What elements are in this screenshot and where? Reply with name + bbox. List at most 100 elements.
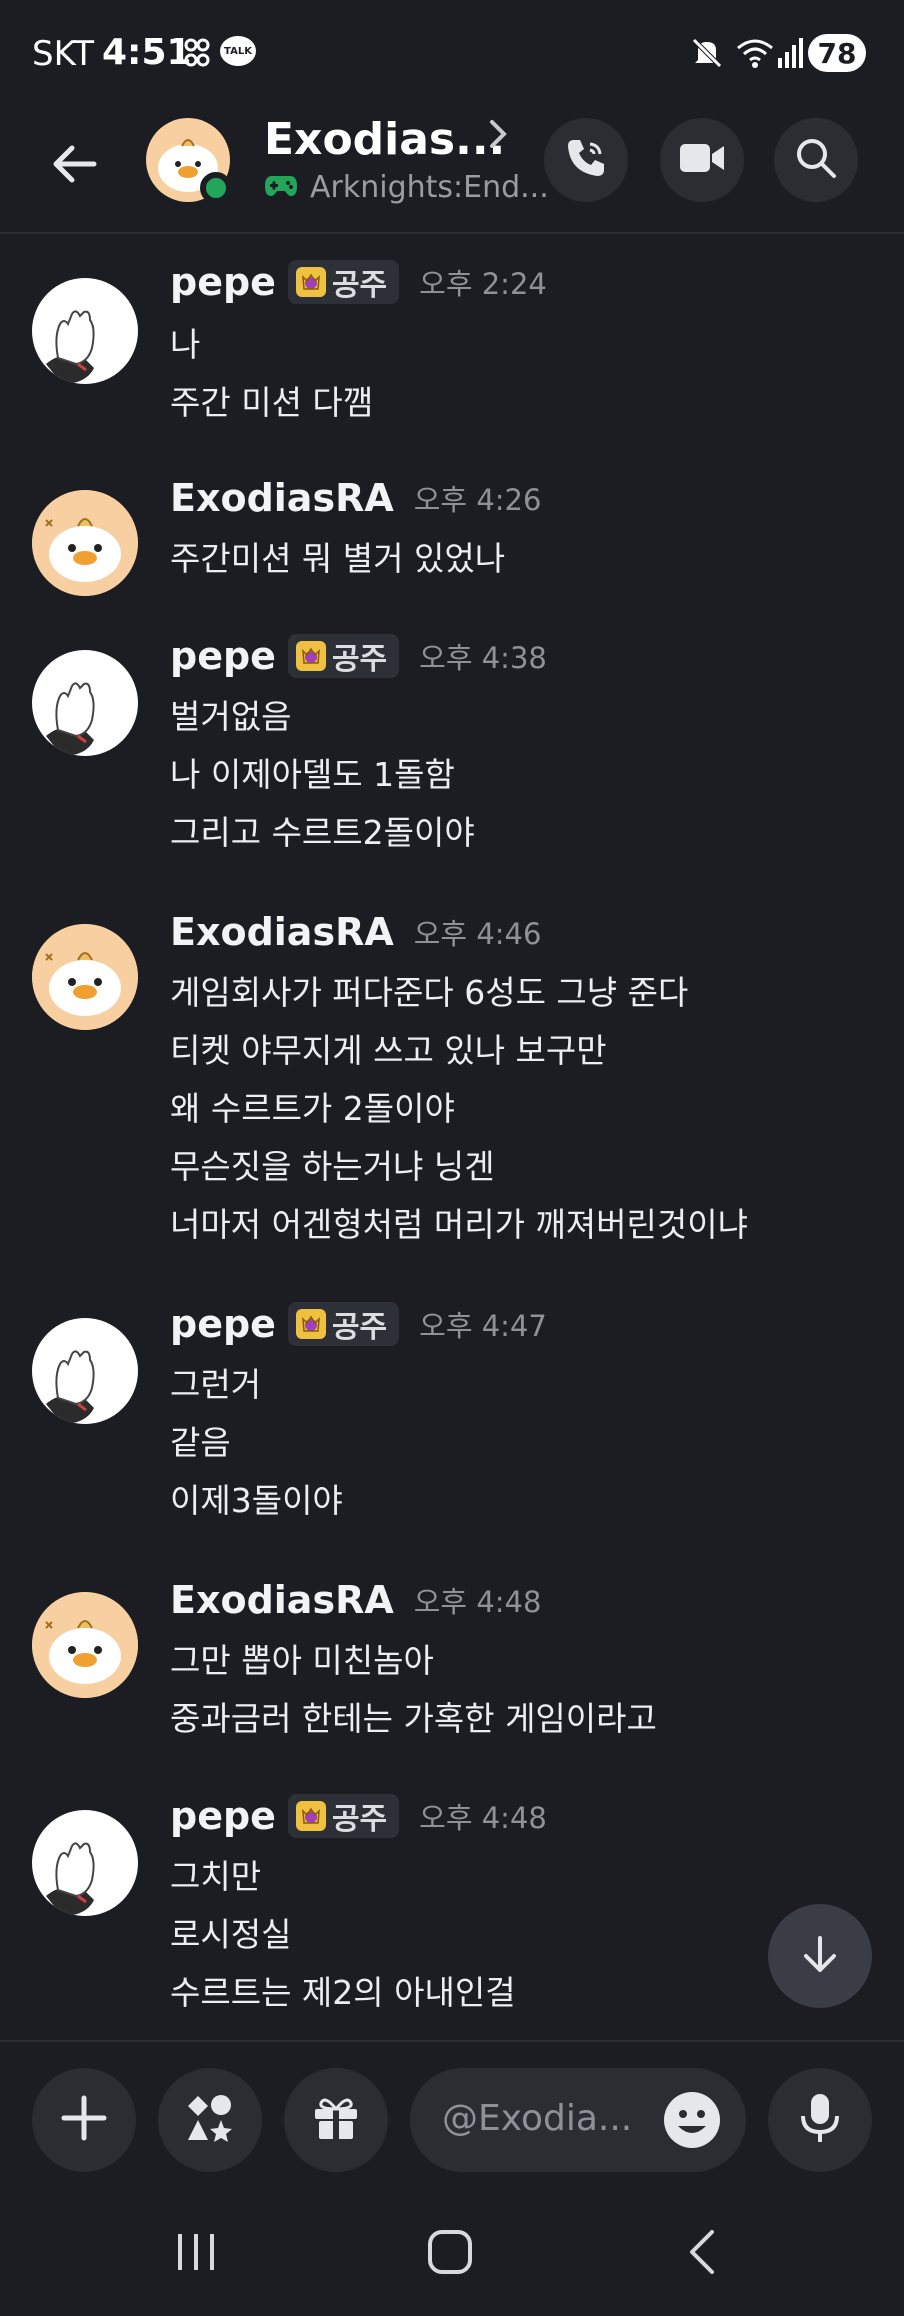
message-list[interactable]: pepe 공주 오후 2:24 나 주간 미션 다깸 ExodiasRA 오후 …	[0, 234, 904, 2034]
arrow-down-icon	[798, 1932, 842, 1980]
role-badge[interactable]: 공주	[287, 1302, 400, 1346]
crown-icon	[295, 267, 326, 297]
channel-title[interactable]: Exodias...	[264, 114, 505, 165]
author-name[interactable]: ExodiasRA	[170, 476, 394, 520]
user-avatar[interactable]	[32, 1810, 138, 1916]
author-name[interactable]: ExodiasRA	[170, 910, 394, 954]
message-text[interactable]: 나 이제아델도 1돌함	[170, 748, 455, 796]
message-text[interactable]: 티켓 야무지게 쓰고 있나 보구만	[170, 1024, 607, 1072]
message-timestamp: 오후 4:46	[413, 917, 542, 951]
message-header: ExodiasRA 오후 4:48	[170, 1572, 541, 1628]
recent-apps-button[interactable]	[156, 2222, 236, 2286]
role-badge[interactable]: 공주	[287, 634, 400, 678]
activity-status: Arknights:End...	[264, 170, 549, 205]
message-header: pepe 공주 오후 4:38	[170, 628, 547, 684]
message-header: pepe 공주 오후 4:48	[170, 1788, 547, 1844]
message-header: pepe 공주 오후 4:47	[170, 1296, 547, 1352]
author-name[interactable]: pepe	[170, 1794, 276, 1838]
system-back-button[interactable]	[662, 2222, 742, 2286]
call-button[interactable]	[544, 118, 628, 202]
apps-icon	[184, 2092, 236, 2148]
message-text[interactable]: 그리고 수르트2돌이야	[170, 806, 475, 854]
message-input[interactable]: @Exodia...	[410, 2068, 746, 2172]
message-text[interactable]: 중과금러 한테는 가혹한 게임이라고	[170, 1692, 657, 1740]
message-text[interactable]: 벌거없음	[170, 690, 291, 738]
crown-icon	[295, 1801, 326, 1831]
video-call-button[interactable]	[660, 118, 744, 202]
role-badge-label: 공주	[331, 642, 388, 677]
chevron-right-icon[interactable]	[488, 118, 508, 159]
message-text[interactable]: 나	[170, 318, 200, 366]
role-badge[interactable]: 공주	[287, 260, 400, 304]
author-name[interactable]: pepe	[170, 634, 276, 678]
signal-icon	[778, 36, 804, 72]
message-header: pepe 공주 오후 2:24	[170, 254, 547, 310]
chevron-left-icon	[686, 2228, 718, 2280]
wifi-icon	[736, 36, 774, 74]
message-timestamp: 오후 4:38	[419, 641, 547, 675]
talk-icon: TALK	[220, 36, 256, 66]
gift-icon	[311, 2093, 361, 2147]
back-arrow-icon[interactable]	[42, 132, 106, 196]
gift-button[interactable]	[284, 2068, 388, 2172]
plus-icon	[60, 2094, 108, 2146]
clock: 4:51	[102, 32, 192, 73]
message-text[interactable]: 게임회사가 퍼다준다 6성도 그냥 준다	[170, 966, 688, 1014]
user-avatar[interactable]	[32, 924, 138, 1030]
video-icon	[678, 140, 726, 180]
message-header: ExodiasRA 오후 4:46	[170, 904, 541, 960]
message-text[interactable]: 주간 미션 다깸	[170, 376, 373, 424]
carrier-label: SKT	[32, 34, 95, 74]
message-text[interactable]: 왜 수르트가 2돌이야	[170, 1082, 455, 1130]
author-name[interactable]: pepe	[170, 260, 276, 304]
message-text[interactable]: 너마저 어겐형처럼 머리가 깨져버린것이냐	[170, 1198, 748, 1246]
message-text[interactable]: 이제3돌이야	[170, 1474, 343, 1522]
search-icon	[794, 136, 838, 184]
search-button[interactable]	[774, 118, 858, 202]
author-name[interactable]: ExodiasRA	[170, 1578, 394, 1622]
user-avatar[interactable]	[32, 490, 138, 596]
message-text[interactable]: 같음	[170, 1416, 231, 1464]
message-timestamp: 오후 4:47	[419, 1309, 547, 1343]
grid-icon	[184, 38, 210, 72]
author-name[interactable]: pepe	[170, 1302, 276, 1346]
attach-button[interactable]	[32, 2068, 136, 2172]
apps-button[interactable]	[158, 2068, 262, 2172]
message-timestamp: 오후 4:48	[413, 1585, 542, 1619]
role-badge-label: 공주	[331, 1802, 388, 1837]
emoji-icon[interactable]	[662, 2090, 722, 2150]
message-text[interactable]: 주간미션 뭐 별거 있었나	[170, 532, 505, 580]
scroll-to-bottom-button[interactable]	[768, 1904, 872, 2008]
message-input-placeholder: @Exodia...	[442, 2098, 633, 2139]
user-avatar[interactable]	[32, 650, 138, 756]
online-status-dot	[200, 172, 232, 204]
status-bar: SKT 4:51 TALK 78	[0, 0, 904, 104]
message-text[interactable]: 그치만	[170, 1850, 261, 1898]
user-avatar[interactable]	[32, 278, 138, 384]
home-icon	[426, 2228, 474, 2280]
role-badge[interactable]: 공주	[287, 1794, 400, 1838]
gamepad-icon	[264, 174, 298, 202]
message-composer: @Exodia...	[0, 2040, 904, 2194]
message-timestamp: 오후 2:24	[419, 267, 547, 301]
message-text[interactable]: 그만 뽑아 미친놈아	[170, 1634, 434, 1682]
call-icon	[564, 136, 608, 184]
crown-icon	[295, 1309, 326, 1339]
system-nav-bar	[0, 2192, 904, 2316]
message-timestamp: 오후 4:48	[419, 1801, 547, 1835]
voice-message-button[interactable]	[768, 2068, 872, 2172]
recent-apps-icon	[174, 2232, 218, 2276]
message-text[interactable]: 로시정실	[170, 1908, 291, 1956]
user-avatar[interactable]	[32, 1318, 138, 1424]
battery-icon: 78	[808, 34, 866, 72]
channel-header: Exodias... Arknights:End...	[0, 104, 904, 234]
home-button[interactable]	[410, 2222, 490, 2286]
role-badge-label: 공주	[331, 268, 388, 303]
message-text[interactable]: 수르트는 제2의 아내인걸	[170, 1966, 516, 2014]
user-avatar[interactable]	[32, 1592, 138, 1698]
message-text[interactable]: 무슨짓을 하는거냐 닝겐	[170, 1140, 495, 1188]
activity-text: Arknights:End...	[310, 170, 549, 205]
message-header: ExodiasRA 오후 4:26	[170, 470, 541, 526]
message-text[interactable]: 그런거	[170, 1358, 261, 1406]
role-badge-label: 공주	[331, 1310, 388, 1345]
